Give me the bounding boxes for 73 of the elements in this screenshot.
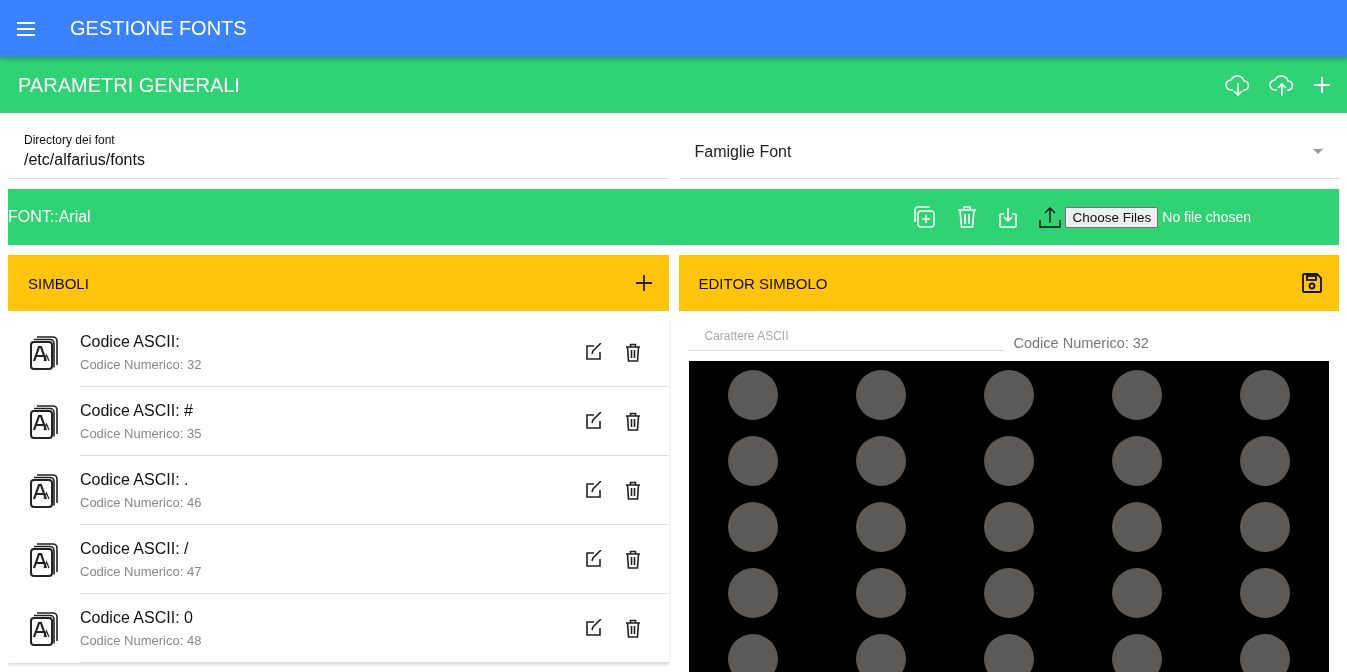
menu-icon[interactable] xyxy=(16,21,36,36)
font-title: FONT::Arial xyxy=(8,208,92,226)
select-label: Famiglie Font xyxy=(694,142,793,161)
matrix-dot[interactable] xyxy=(1239,436,1290,486)
edit-icon[interactable] xyxy=(584,412,603,430)
matrix-dot[interactable] xyxy=(983,634,1034,672)
delete-icon[interactable] xyxy=(624,618,641,638)
download-icon[interactable] xyxy=(999,206,1018,228)
field-label: Directory dei font xyxy=(24,133,116,147)
matrix-dot[interactable] xyxy=(727,634,778,672)
matrix-dot[interactable] xyxy=(1111,370,1162,420)
matrix-dot[interactable] xyxy=(855,502,906,552)
choose-files-button[interactable]: Choose Files xyxy=(1065,206,1159,228)
edit-icon[interactable] xyxy=(584,619,603,637)
symbol-code: Codice Numerico: 35 xyxy=(80,425,203,441)
numeric-code: Codice Numerico: 32 xyxy=(1013,334,1149,351)
file-status: No file chosen xyxy=(1162,209,1251,225)
matrix-dot[interactable] xyxy=(855,568,906,618)
delete-icon[interactable] xyxy=(624,480,641,500)
matrix-dot[interactable] xyxy=(727,502,778,552)
font-family-select[interactable]: Famiglie Font xyxy=(678,125,1339,179)
section-title: PARAMETRI GENERALI xyxy=(18,73,241,97)
symbol-title[interactable]: Codice ASCII: 0 xyxy=(80,608,585,627)
matrix-dot[interactable] xyxy=(1239,370,1290,420)
symbol-title[interactable]: Codice ASCII: / xyxy=(80,539,585,558)
delete-icon[interactable] xyxy=(624,342,641,362)
symbol-title[interactable]: Codice ASCII: . xyxy=(80,470,585,489)
delete-icon[interactable] xyxy=(624,411,641,431)
matrix-dot[interactable] xyxy=(1111,568,1162,618)
font-file-icon xyxy=(29,541,59,578)
edit-icon[interactable] xyxy=(584,343,603,361)
matrix-dot[interactable] xyxy=(983,436,1034,486)
matrix-dot[interactable] xyxy=(855,634,906,672)
cloud-upload-icon[interactable] xyxy=(1269,73,1295,97)
dropdown-caret-icon[interactable] xyxy=(1313,149,1323,154)
symbol-title[interactable]: Codice ASCII: # xyxy=(80,401,585,420)
trash-icon[interactable] xyxy=(957,206,978,228)
matrix-dot[interactable] xyxy=(1111,634,1162,672)
editor-title: EDITOR SIMBOLO xyxy=(698,274,829,292)
matrix-dot[interactable] xyxy=(1111,502,1162,552)
symbol-code: Codice Numerico: 48 xyxy=(80,632,203,648)
font-file-icon xyxy=(29,403,59,440)
app-title: GESTIONE FONTS xyxy=(70,17,247,40)
symbols-title: SIMBOLI xyxy=(28,274,90,292)
matrix-dot[interactable] xyxy=(1239,502,1290,552)
delete-icon[interactable] xyxy=(624,549,641,569)
save-icon[interactable] xyxy=(1301,272,1323,294)
font-file-icon xyxy=(29,610,59,647)
symbol-code: Codice Numerico: 32 xyxy=(80,356,203,372)
matrix-dot[interactable] xyxy=(855,370,906,420)
field-value: /etc/alfarius/fonts xyxy=(24,151,146,169)
matrix-dot[interactable] xyxy=(727,436,778,486)
symbol-code: Codice Numerico: 47 xyxy=(80,563,203,579)
matrix-dot[interactable] xyxy=(983,568,1034,618)
matrix-dot[interactable] xyxy=(727,568,778,618)
matrix-dot[interactable] xyxy=(855,436,906,486)
symbol-code: Codice Numerico: 46 xyxy=(80,494,203,510)
edit-icon[interactable] xyxy=(584,550,603,568)
add-icon[interactable] xyxy=(634,274,653,292)
font-file-icon xyxy=(29,334,59,371)
matrix-dot[interactable] xyxy=(983,502,1034,552)
matrix-dot[interactable] xyxy=(727,370,778,420)
matrix-dot[interactable] xyxy=(1111,436,1162,486)
matrix-dot[interactable] xyxy=(1239,634,1290,672)
font-file-icon xyxy=(29,472,59,509)
edit-icon[interactable] xyxy=(584,481,603,499)
symbol-title[interactable]: Codice ASCII: xyxy=(80,332,585,351)
directory-field[interactable]: Directory dei font /etc/alfarius/fonts xyxy=(8,125,669,179)
cloud-download-icon[interactable] xyxy=(1225,73,1251,97)
matrix-dot[interactable] xyxy=(1239,568,1290,618)
matrix-dot[interactable] xyxy=(983,370,1034,420)
copy-add-icon[interactable] xyxy=(913,206,936,228)
upload-icon[interactable] xyxy=(1039,206,1062,228)
